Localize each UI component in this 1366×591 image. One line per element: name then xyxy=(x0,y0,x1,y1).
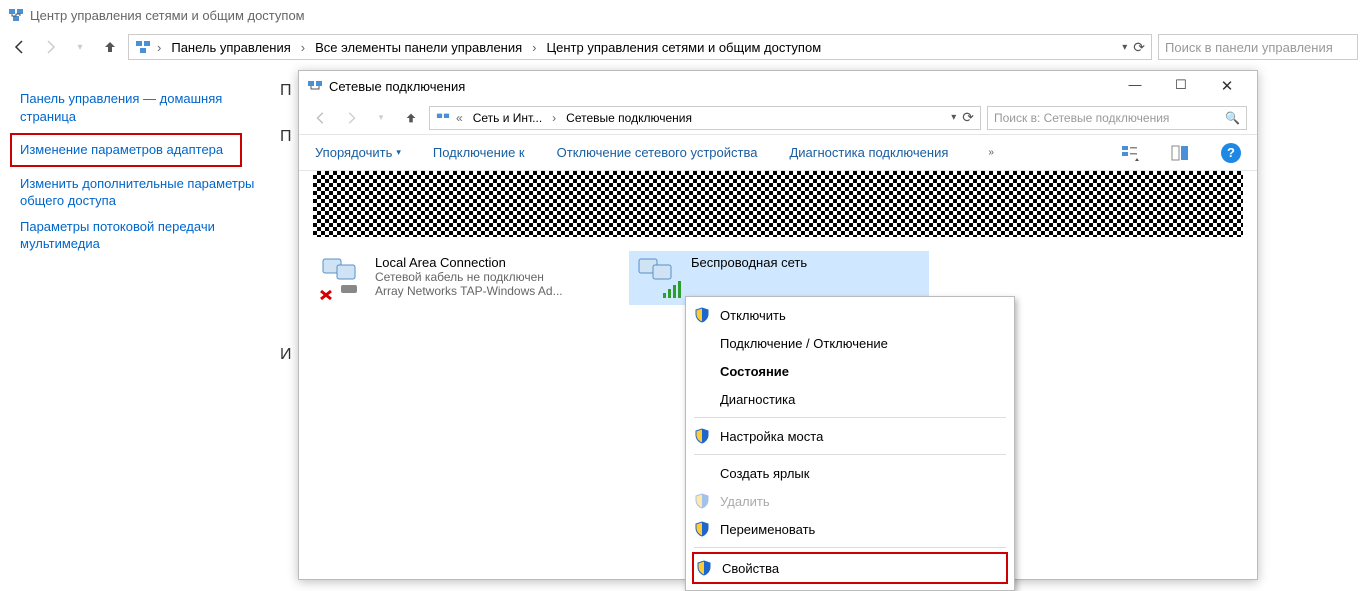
menu-separator xyxy=(694,454,1006,455)
maximize-button[interactable]: ☐ xyxy=(1167,77,1195,95)
hint-letter: И xyxy=(280,346,296,364)
adapter-name: Беспроводная сеть xyxy=(691,255,807,270)
shield-icon xyxy=(694,521,710,537)
menu-connect-disconnect[interactable]: Подключение / Отключение xyxy=(686,329,1014,357)
up-button[interactable] xyxy=(98,35,122,59)
toolbar-diagnose[interactable]: Диагностика подключения xyxy=(789,145,948,160)
adapter-item-lan[interactable]: Local Area Connection Сетевой кабель не … xyxy=(313,251,613,305)
breadcrumb-sep: « xyxy=(454,111,465,125)
refresh-icon[interactable]: ⟳ xyxy=(1133,39,1145,56)
breadcrumb-sep: › xyxy=(155,40,163,55)
menu-shortcut[interactable]: Создать ярлык xyxy=(686,459,1014,487)
arrow-right-icon xyxy=(42,39,58,55)
close-button[interactable]: ✕ xyxy=(1213,77,1241,95)
shield-icon xyxy=(694,307,710,323)
menu-rename[interactable]: Переименовать xyxy=(686,515,1014,543)
toolbar-disable[interactable]: Отключение сетевого устройства xyxy=(557,145,758,160)
sidebar-sharing-settings-link[interactable]: Изменить дополнительные параметры общего… xyxy=(20,175,260,210)
toolbar-connect[interactable]: Подключение к xyxy=(433,145,525,160)
main-titlebar: Центр управления сетями и общим доступом xyxy=(0,0,1366,30)
adapter-name: Local Area Connection xyxy=(375,255,563,270)
breadcrumb-item[interactable]: Панель управления xyxy=(167,38,294,57)
search-icon: 🔍 xyxy=(1225,111,1240,125)
arrow-left-icon xyxy=(314,111,328,125)
network-connections-icon xyxy=(436,111,450,125)
menu-diagnostics[interactable]: Диагностика xyxy=(686,385,1014,413)
refresh-icon[interactable]: ⟳ xyxy=(962,109,974,126)
adapter-driver: Array Networks TAP-Windows Ad... xyxy=(375,284,563,298)
main-search-input[interactable]: Поиск в панели управления xyxy=(1158,34,1358,60)
breadcrumb-sep: › xyxy=(299,40,307,55)
search-placeholder: Поиск в панели управления xyxy=(1165,40,1333,55)
breadcrumb-sep: › xyxy=(550,111,558,125)
child-toolbar: Упорядочить ▾ Подключение к Отключение с… xyxy=(299,135,1257,171)
arrow-left-icon xyxy=(12,39,28,55)
main-title-text: Центр управления сетями и общим доступом xyxy=(30,8,305,23)
help-icon[interactable]: ? xyxy=(1221,143,1241,163)
breadcrumb-item[interactable]: Центр управления сетями и общим доступом xyxy=(543,38,826,57)
address-dropdown-icon[interactable]: ▾ xyxy=(951,112,956,123)
child-back-button[interactable] xyxy=(309,106,333,130)
sidebar: Панель управления — домашняя страница Из… xyxy=(0,64,280,392)
minimize-button[interactable]: — xyxy=(1121,77,1149,95)
chevron-down-icon: ▾ xyxy=(379,112,384,123)
child-search-input[interactable]: Поиск в: Сетевые подключения 🔍 xyxy=(987,106,1247,130)
arrow-right-icon xyxy=(344,111,358,125)
adapter-context-menu: Отключить Подключение / Отключение Состо… xyxy=(685,296,1015,591)
back-button[interactable] xyxy=(8,35,32,59)
adapter-status: Сетевой кабель не подключен xyxy=(375,270,563,284)
main-address-bar[interactable]: › Панель управления › Все элементы панел… xyxy=(128,34,1152,60)
network-center-icon xyxy=(8,7,24,23)
sidebar-home-link[interactable]: Панель управления — домашняя страница xyxy=(20,90,260,125)
toolbar-organize[interactable]: Упорядочить ▾ xyxy=(315,145,401,160)
child-title-text: Сетевые подключения xyxy=(329,79,465,94)
breadcrumb-item[interactable]: Сеть и Инт... xyxy=(469,109,546,127)
menu-status[interactable]: Состояние xyxy=(686,357,1014,385)
recent-dropdown[interactable]: ▾ xyxy=(68,35,92,59)
shield-icon xyxy=(694,493,710,509)
arrow-up-icon xyxy=(102,39,118,55)
chevron-down-icon: ▾ xyxy=(77,42,82,53)
child-up-button[interactable] xyxy=(399,106,423,130)
network-connections-icon xyxy=(307,78,323,94)
breadcrumb-item[interactable]: Сетевые подключения xyxy=(562,109,696,127)
redacted-area xyxy=(313,171,1243,237)
arrow-up-icon xyxy=(404,111,418,125)
menu-delete: Удалить xyxy=(686,487,1014,515)
main-nav-row: ▾ › Панель управления › Все элементы пан… xyxy=(0,30,1366,64)
child-recent-dropdown[interactable]: ▾ xyxy=(369,106,393,130)
hint-letter: П xyxy=(280,82,296,100)
address-dropdown-icon[interactable]: ▾ xyxy=(1122,42,1127,53)
menu-properties[interactable]: Свойства xyxy=(694,554,1006,582)
child-titlebar: Сетевые подключения — ☐ ✕ xyxy=(299,71,1257,101)
shield-icon xyxy=(694,428,710,444)
hint-letter: П xyxy=(280,128,296,146)
child-forward-button xyxy=(339,106,363,130)
forward-button xyxy=(38,35,62,59)
menu-separator xyxy=(694,547,1006,548)
menu-disable[interactable]: Отключить xyxy=(686,301,1014,329)
child-nav-row: ▾ « Сеть и Инт... › Сетевые подключения … xyxy=(299,101,1257,135)
preview-pane-icon[interactable] xyxy=(1171,144,1189,162)
content-hint-letters: П П И xyxy=(280,64,296,392)
menu-separator xyxy=(694,417,1006,418)
breadcrumb-item[interactable]: Все элементы панели управления xyxy=(311,38,526,57)
breadcrumb-sep: › xyxy=(530,40,538,55)
menu-properties-highlight: Свойства xyxy=(692,552,1008,584)
search-placeholder: Поиск в: Сетевые подключения xyxy=(994,111,1169,125)
toolbar-overflow-icon[interactable]: » xyxy=(988,147,994,158)
sidebar-adapter-settings-link[interactable]: Изменение параметров адаптера xyxy=(10,133,242,167)
chevron-down-icon: ▾ xyxy=(396,147,401,158)
child-address-bar[interactable]: « Сеть и Инт... › Сетевые подключения ▾ … xyxy=(429,106,981,130)
sidebar-media-streaming-link[interactable]: Параметры потоковой передачи мультимедиа xyxy=(20,218,260,253)
shield-icon xyxy=(696,560,712,576)
menu-bridge[interactable]: Настройка моста xyxy=(686,422,1014,450)
wireless-adapter-icon xyxy=(633,255,683,301)
lan-adapter-icon xyxy=(317,255,367,301)
view-options-icon[interactable] xyxy=(1121,144,1139,162)
network-center-icon xyxy=(135,39,151,55)
